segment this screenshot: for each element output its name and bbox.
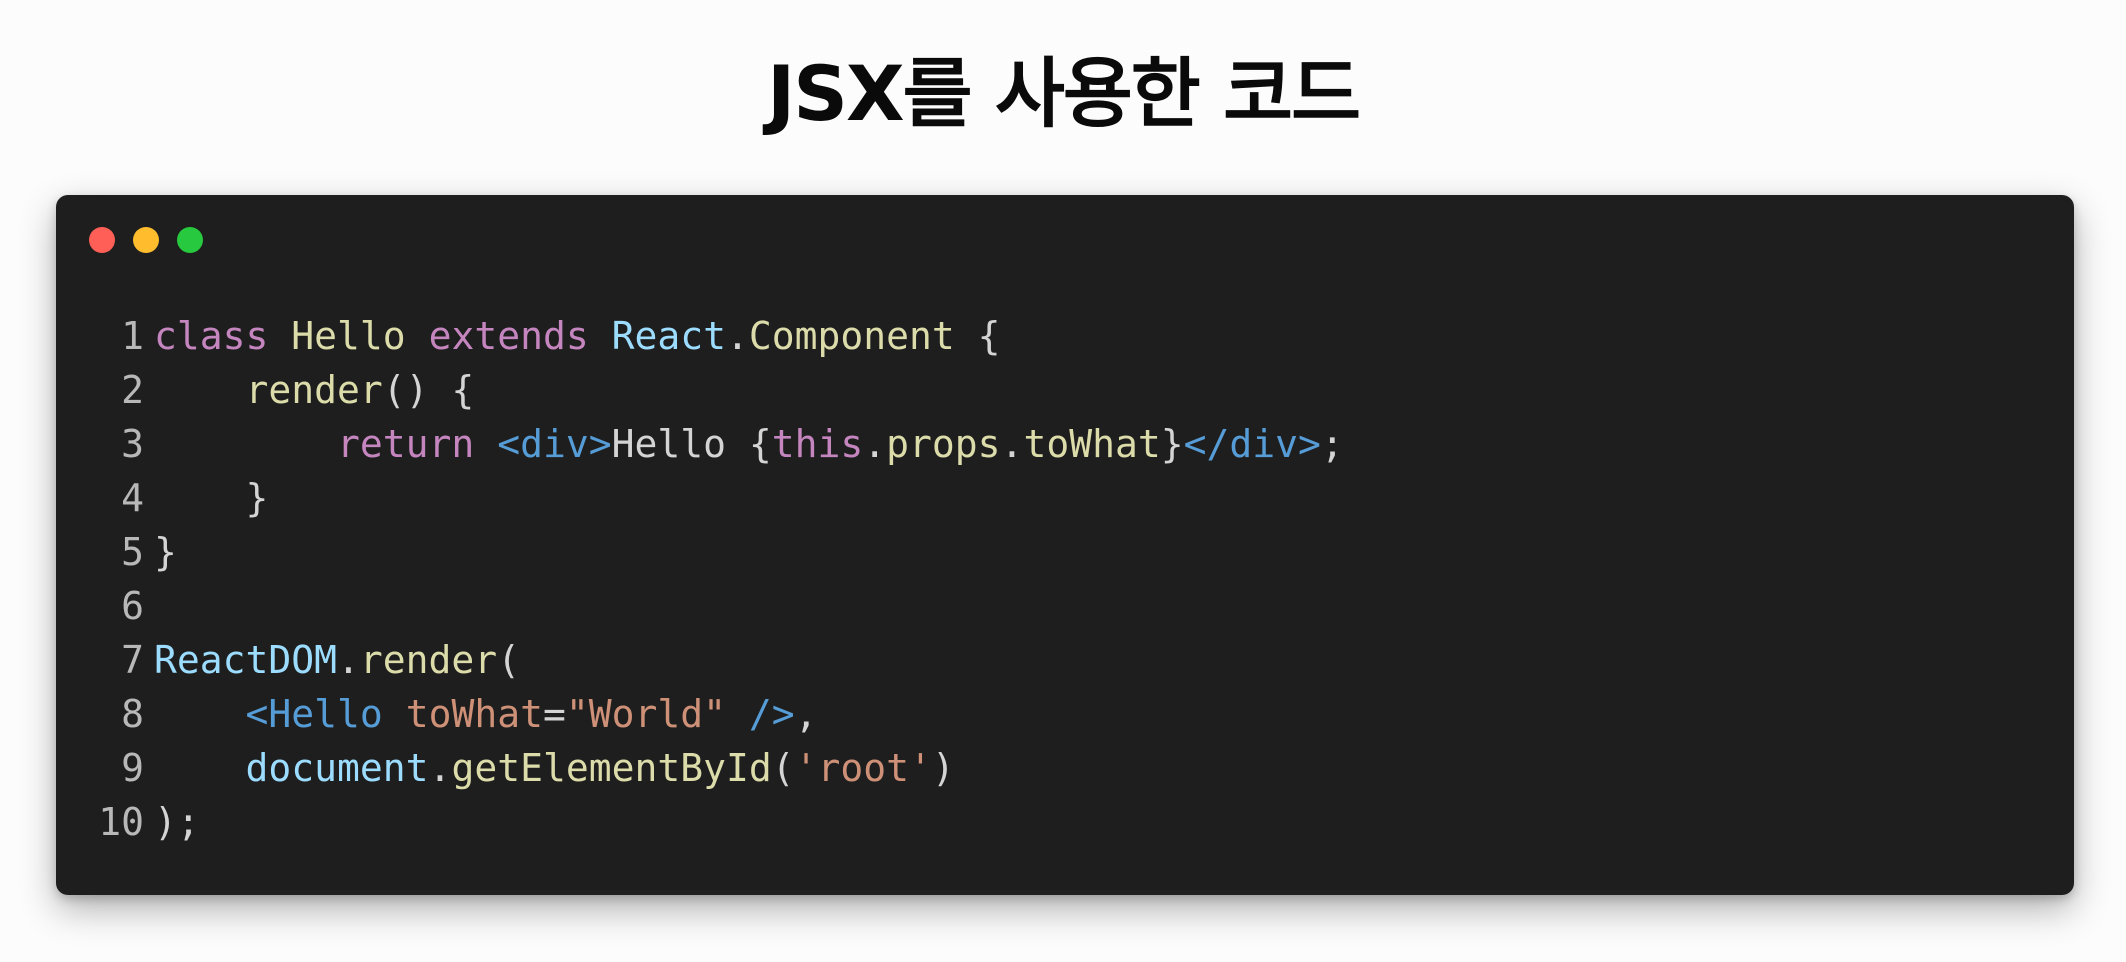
code-token: "World" bbox=[565, 692, 727, 736]
close-dot-icon[interactable] bbox=[89, 227, 115, 253]
line-number: 7 bbox=[121, 638, 144, 682]
line-code: ); bbox=[154, 795, 200, 849]
line-number: 1 bbox=[121, 314, 144, 358]
code-token: document bbox=[245, 746, 429, 790]
line-code: ReactDOM.render( bbox=[154, 633, 520, 687]
code-token: Hello bbox=[291, 314, 406, 358]
minimize-dot-icon[interactable] bbox=[133, 227, 159, 253]
page-title: JSX를 사용한 코드 bbox=[766, 49, 1361, 138]
code-token: </div> bbox=[1183, 422, 1321, 466]
line-code: class Hello extends React.Component { bbox=[154, 309, 1001, 363]
code-token: , bbox=[794, 692, 818, 736]
code-token: ); bbox=[154, 800, 200, 844]
line-code: document.getElementById('root') bbox=[154, 741, 955, 795]
code-token: } bbox=[154, 530, 177, 574]
code-line: 6 bbox=[56, 579, 1344, 633]
code-token: . bbox=[863, 422, 887, 466]
code-token: render bbox=[245, 368, 383, 412]
code-token: this bbox=[771, 422, 864, 466]
code-token: = bbox=[542, 692, 566, 736]
code-token: . bbox=[428, 746, 452, 790]
code-token: props bbox=[886, 422, 1001, 466]
code-token: } bbox=[1160, 422, 1184, 466]
maximize-dot-icon[interactable] bbox=[177, 227, 203, 253]
code-line: 2 render() { bbox=[56, 363, 1344, 417]
window-controls bbox=[89, 227, 203, 253]
code-line: 9 document.getElementById('root') bbox=[56, 741, 1344, 795]
code-token: 'root' bbox=[794, 746, 932, 790]
code-token: ( bbox=[771, 746, 795, 790]
code-token: React bbox=[611, 314, 726, 358]
code-token: <div> bbox=[497, 422, 612, 466]
code-token: render bbox=[359, 638, 498, 682]
code-block: 1 class Hello extends React.Component {2 … bbox=[56, 309, 1344, 849]
line-code: } bbox=[154, 471, 269, 525]
code-token: extends bbox=[428, 314, 589, 358]
code-token: return bbox=[337, 422, 475, 466]
code-token: ; bbox=[1320, 422, 1344, 466]
code-token: Component bbox=[748, 314, 955, 358]
line-number: 10 bbox=[98, 800, 144, 844]
line-number: 2 bbox=[121, 368, 144, 412]
code-line: 8 <Hello toWhat="World" />, bbox=[56, 687, 1344, 741]
code-token: class bbox=[154, 314, 269, 358]
code-line: 5} bbox=[56, 525, 1344, 579]
line-number: 9 bbox=[121, 746, 144, 790]
code-token: toWhat bbox=[405, 692, 543, 736]
code-token: } bbox=[154, 476, 269, 520]
slide: JSX를 사용한 코드 1 class Hello extends React.C… bbox=[0, 0, 2126, 962]
line-code: <Hello toWhat="World" />, bbox=[154, 687, 818, 741]
code-token: <Hello bbox=[245, 692, 383, 736]
line-code: render() { bbox=[154, 363, 475, 417]
code-line: 10); bbox=[56, 795, 1344, 849]
code-line: 1 class Hello extends React.Component { bbox=[56, 309, 1344, 363]
line-code: return <div>Hello {this.props.toWhat}</d… bbox=[154, 417, 1344, 471]
code-token: . bbox=[337, 638, 360, 682]
code-token: . bbox=[1000, 422, 1024, 466]
code-token: () { bbox=[382, 368, 475, 412]
line-number: 8 bbox=[121, 692, 144, 736]
code-line: 4 } bbox=[56, 471, 1344, 525]
code-token: ReactDOM bbox=[154, 638, 338, 682]
code-token: { bbox=[954, 314, 1001, 358]
code-window: 1 class Hello extends React.Component {2 … bbox=[56, 195, 2074, 895]
line-number: 3 bbox=[121, 422, 144, 466]
code-token: /> bbox=[748, 692, 795, 736]
code-token: ( bbox=[497, 638, 521, 682]
code-token: . bbox=[726, 314, 749, 358]
code-token: ) bbox=[931, 746, 955, 790]
code-token: getElementById bbox=[451, 746, 772, 790]
code-line: 3 return <div>Hello {this.props.toWhat}<… bbox=[56, 417, 1344, 471]
line-code: } bbox=[154, 525, 177, 579]
line-number: 6 bbox=[121, 584, 144, 628]
code-token: toWhat bbox=[1023, 422, 1161, 466]
line-number: 4 bbox=[121, 476, 144, 520]
code-line: 7 ReactDOM.render( bbox=[56, 633, 1344, 687]
line-number: 5 bbox=[121, 530, 144, 574]
code-token: Hello { bbox=[611, 422, 772, 466]
